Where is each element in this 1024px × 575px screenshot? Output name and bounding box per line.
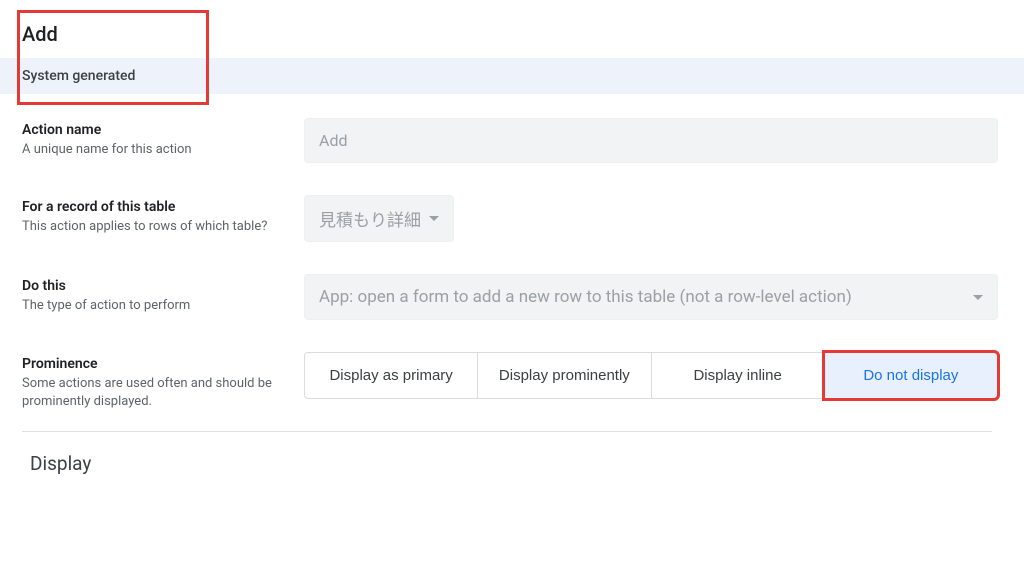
label-prominence: Prominence	[22, 356, 280, 372]
chevron-down-icon	[973, 295, 983, 300]
action-subtitle: System generated	[0, 58, 1024, 94]
section-display-heading[interactable]: Display	[0, 432, 1024, 475]
for-table-value: 見積もり詳細	[319, 206, 421, 231]
prominence-option-do-not-display[interactable]: Do not display	[824, 352, 998, 399]
do-this-value: App: open a form to add a new row to thi…	[319, 287, 852, 307]
desc-for-table: This action applies to rows of which tab…	[22, 218, 280, 236]
label-do-this: Do this	[22, 278, 280, 294]
action-name-input[interactable]: Add	[304, 118, 998, 163]
row-do-this: Do this The type of action to perform Ap…	[22, 274, 1014, 320]
row-for-table: For a record of this table This action a…	[22, 195, 1014, 242]
form-container: Action name A unique name for this actio…	[0, 94, 1024, 411]
do-this-select[interactable]: App: open a form to add a new row to thi…	[304, 274, 998, 320]
chevron-down-icon	[429, 216, 439, 221]
desc-do-this: The type of action to perform	[22, 297, 280, 315]
prominence-option-prominent[interactable]: Display prominently	[477, 352, 651, 399]
prominence-toggle-group: Display as primary Display prominently D…	[304, 352, 998, 399]
prominence-option-inline[interactable]: Display inline	[651, 352, 825, 399]
for-table-select[interactable]: 見積もり詳細	[304, 195, 454, 242]
desc-action-name: A unique name for this action	[22, 141, 280, 159]
label-action-name: Action name	[22, 122, 280, 138]
row-prominence: Prominence Some actions are used often a…	[22, 352, 1014, 411]
row-action-name: Action name A unique name for this actio…	[22, 118, 1014, 163]
action-title: Add	[0, 0, 1024, 58]
label-for-table: For a record of this table	[22, 199, 280, 215]
desc-prominence: Some actions are used often and should b…	[22, 375, 280, 411]
prominence-option-primary[interactable]: Display as primary	[304, 352, 478, 399]
